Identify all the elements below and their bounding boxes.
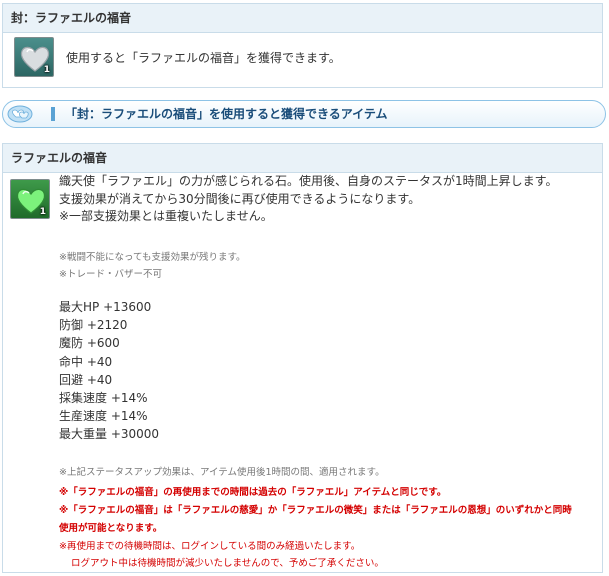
item-description: 使用すると「ラファエルの福音」を獲得できます。: [66, 51, 341, 65]
note-line: ※トレード・バザー不可: [59, 269, 162, 280]
banner-accent-bar: [51, 107, 55, 121]
stat-production-speed: 生産速度 +14%: [59, 409, 148, 424]
description-line: ※一部支援効果とは重複いたしません。: [59, 209, 273, 223]
stat-accuracy: 命中 +40: [59, 354, 113, 369]
description-line: 織天使「ラファエル」の力が感じられる石。使用後、自身のステータスが1時間上昇しま…: [59, 174, 558, 188]
note-line: ※戦闘不能になっても支援効果が残ります。: [59, 252, 246, 263]
stat-defense: 防御 +2120: [59, 318, 128, 333]
banner-title: 「封：ラファエルの福音」を使用すると獲得できるアイテム: [65, 107, 388, 121]
combination-note-cont: 使用が可能となります。: [59, 523, 163, 534]
stat-max-weight: 最大重量 +30000: [59, 427, 160, 442]
item-title: ラファエルの福音: [3, 144, 602, 173]
wait-time-note: ※再使用までの待機時間は、ログインしている間のみ経過いたします。: [59, 541, 361, 552]
item-box-sealed: 封：ラファエルの福音: [2, 3, 603, 88]
obtainable-items-banner: 「封：ラファエルの福音」を使用すると獲得できるアイテム: [2, 100, 606, 128]
reuse-time-note: ※「ラファエルの福音」の再使用までの時間は過去の「ラファエル」アイテムと同じです…: [59, 487, 447, 498]
sealed-heart-icon: 1: [14, 37, 54, 77]
green-heart-icon: 1: [10, 179, 50, 219]
combination-note: ※「ラファエルの福音」は「ラファエルの慈愛」か「ラファエルの微笑」または「ラファ…: [59, 505, 572, 516]
effect-duration-note: ※上記ステータスアップ効果は、アイテム使用後1時間の間、適用されます。: [59, 467, 385, 478]
logout-note: ログアウト中は待機時間が減少いたしませんので、予めご了承ください。: [71, 558, 384, 569]
item-description: 織天使「ラファエル」の力が感じられる石。使用後、自身のステータスが1時間上昇しま…: [59, 173, 557, 226]
item-quantity: 1: [43, 65, 50, 75]
item-quantity: 1: [39, 207, 46, 217]
item-title: 封：ラファエルの福音: [3, 4, 602, 33]
stat-list: 最大HP +13600 防御 +2120 魔防 +600 命中 +40 回避 +…: [59, 298, 159, 444]
stat-evasion: 回避 +40: [59, 372, 113, 387]
stat-gathering-speed: 採集速度 +14%: [59, 391, 148, 406]
stat-max-hp: 最大HP +13600: [59, 300, 152, 314]
heart-bubble-icon: [7, 105, 33, 123]
description-line: 支援効果が消えてから30分間後に再び使用できるようになります。: [59, 191, 421, 206]
stat-magic-defense: 魔防 +600: [59, 336, 120, 351]
